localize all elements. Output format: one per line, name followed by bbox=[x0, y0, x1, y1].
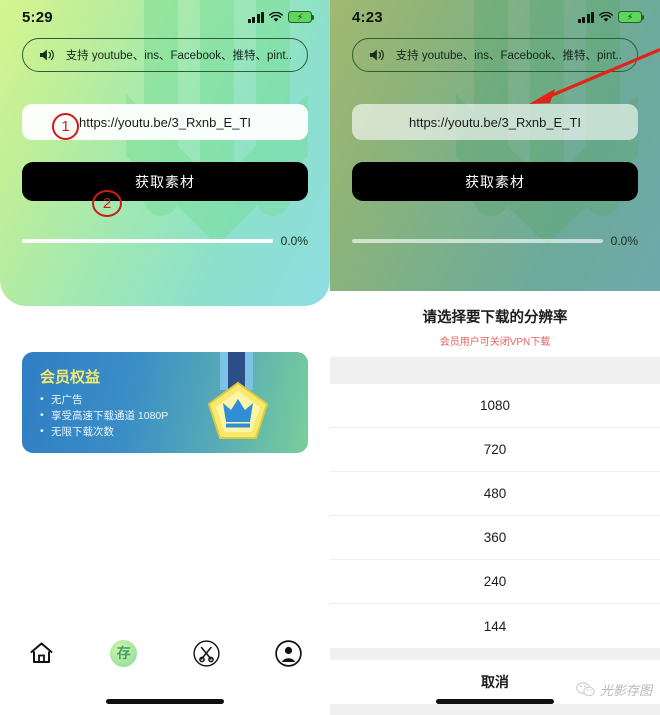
resolution-option-480[interactable]: 480 bbox=[330, 472, 660, 516]
progress-bar bbox=[22, 238, 273, 244]
signal-icon bbox=[577, 11, 594, 23]
resolution-option-720[interactable]: 720 bbox=[330, 428, 660, 472]
dual-screenshot: 5:29 ⚡ 支持 youtube、ins、Facebook、推特、pint..… bbox=[0, 0, 660, 715]
hero-gradient-card: 4:23 ⚡ 支持 youtube、ins、Facebook、推特、pint..… bbox=[330, 0, 660, 291]
speaker-icon bbox=[369, 49, 384, 61]
home-indicator bbox=[106, 699, 224, 704]
sheet-divider bbox=[330, 648, 660, 660]
home-icon bbox=[30, 642, 53, 663]
get-material-button[interactable]: 获取素材 bbox=[352, 162, 638, 201]
watermark-text: 光影存图 bbox=[599, 683, 652, 698]
home-indicator bbox=[436, 699, 554, 704]
vip-benefit-item: 无限下载次数 bbox=[40, 423, 168, 440]
sheet-subtitle: 会员用户可关闭VPN下载 bbox=[439, 337, 551, 348]
tab-save[interactable]: 存 bbox=[98, 633, 150, 673]
status-bar: 5:29 ⚡ bbox=[0, 0, 330, 34]
watermark: 光影存图 bbox=[576, 680, 652, 699]
resolution-option-360[interactable]: 360 bbox=[330, 516, 660, 560]
status-icons: ⚡ bbox=[247, 11, 315, 23]
support-banner: 支持 youtube、ins、Facebook、推特、pint... bbox=[22, 38, 308, 72]
annotation-circle-2: 2 bbox=[92, 190, 122, 217]
left-phone-screen: 5:29 ⚡ 支持 youtube、ins、Facebook、推特、pint..… bbox=[0, 0, 330, 715]
wechat-icon bbox=[576, 682, 595, 697]
crown-medal-icon bbox=[207, 381, 269, 439]
tab-account[interactable] bbox=[263, 633, 315, 673]
resolution-option-1080[interactable]: 1080 bbox=[330, 384, 660, 428]
vip-benefit-item: 享受高速下载通道 1080P bbox=[40, 407, 168, 424]
resolution-option-240[interactable]: 240 bbox=[330, 560, 660, 604]
vip-benefit-list: 无广告 享受高速下载通道 1080P 无限下载次数 bbox=[40, 391, 168, 440]
resolution-option-144[interactable]: 144 bbox=[330, 604, 660, 648]
support-banner-text: 支持 youtube、ins、Facebook、推特、pint... bbox=[395, 50, 621, 62]
battery-charging-icon: ⚡ bbox=[288, 11, 315, 23]
annotation-circle-1: 1 bbox=[52, 113, 79, 140]
status-clock: 5:29 bbox=[22, 8, 53, 26]
tab-home[interactable] bbox=[15, 633, 67, 673]
battery-charging-icon: ⚡ bbox=[618, 11, 645, 23]
progress-percent: 0.0% bbox=[280, 234, 308, 248]
wifi-icon bbox=[269, 11, 283, 22]
get-material-button[interactable]: 获取素材 bbox=[22, 162, 308, 201]
progress-percent: 0.0% bbox=[610, 234, 638, 248]
support-banner-text: 支持 youtube、ins、Facebook、推特、pint... bbox=[65, 50, 291, 62]
hero-gradient-card: 5:29 ⚡ 支持 youtube、ins、Facebook、推特、pint..… bbox=[0, 0, 330, 306]
scissors-icon bbox=[193, 639, 220, 667]
support-banner: 支持 youtube、ins、Facebook、推特、pint... bbox=[352, 38, 638, 72]
progress-row: 0.0% bbox=[22, 234, 308, 248]
vip-card-title: 会员权益 bbox=[40, 369, 101, 386]
account-icon bbox=[275, 639, 302, 667]
signal-icon bbox=[247, 11, 264, 23]
save-badge-icon: 存 bbox=[110, 639, 138, 667]
vip-benefit-item: 无广告 bbox=[40, 391, 168, 408]
status-icons: ⚡ bbox=[577, 11, 645, 23]
url-input[interactable]: https://youtu.be/3_Rxnb_E_TI bbox=[352, 104, 638, 140]
resolution-sheet: 请选择要下载的分辨率 会员用户可关闭VPN下载 1080 720 480 360… bbox=[330, 291, 660, 715]
vip-benefits-card[interactable]: 会员权益 无广告 享受高速下载通道 1080P 无限下载次数 bbox=[22, 352, 308, 453]
speaker-icon bbox=[39, 49, 54, 61]
sheet-spacer bbox=[330, 357, 660, 384]
status-clock: 4:23 bbox=[352, 8, 383, 26]
right-phone-screen: 4:23 ⚡ 支持 youtube、ins、Facebook、推特、pint..… bbox=[330, 0, 660, 715]
tab-clip[interactable] bbox=[180, 633, 232, 673]
sheet-title: 请选择要下载的分辨率 bbox=[422, 310, 568, 326]
wifi-icon bbox=[599, 11, 613, 22]
sheet-bottom-spacer bbox=[330, 704, 660, 715]
bottom-tab-bar: 存 bbox=[0, 625, 330, 681]
status-bar: 4:23 ⚡ bbox=[330, 0, 660, 34]
resolution-list: 1080 720 480 360 240 144 bbox=[330, 384, 660, 648]
progress-row: 0.0% bbox=[352, 234, 638, 248]
progress-bar bbox=[352, 238, 603, 244]
